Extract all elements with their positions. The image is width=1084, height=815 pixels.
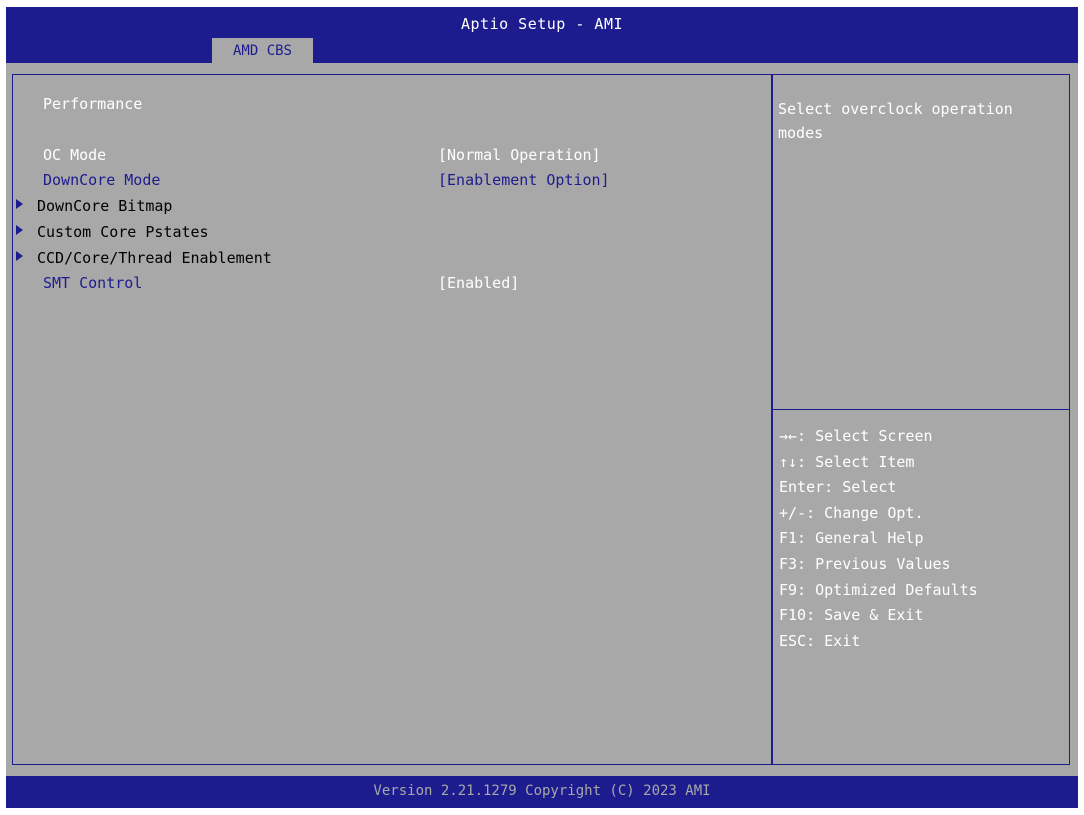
key-legend: →←: Select Screen ↑↓: Select Item Enter:… xyxy=(779,427,1064,657)
setting-value[interactable]: [Normal Operation] xyxy=(438,146,601,164)
vertical-divider xyxy=(771,75,773,764)
submenu-arrow-icon xyxy=(16,199,23,209)
key-hint-select-item: ↑↓: Select Item xyxy=(779,452,915,471)
main-panel: Performance OC Mode [Normal Operation] D… xyxy=(6,63,1078,776)
setting-smt-control[interactable]: SMT Control [Enabled] xyxy=(13,274,765,298)
submenu-label: CCD/Core/Thread Enablement xyxy=(37,249,272,267)
submenu-downcore-bitmap[interactable]: DownCore Bitmap xyxy=(13,197,765,221)
setting-label: SMT Control xyxy=(43,274,143,292)
app-title: Aptio Setup - AMI xyxy=(460,15,624,33)
bios-screen: Aptio Setup - AMI AMD CBS Performance OC… xyxy=(0,0,1084,815)
setting-label: DownCore Mode xyxy=(43,171,161,189)
content-frame: Performance OC Mode [Normal Operation] D… xyxy=(12,74,1070,765)
submenu-custom-core-pstates[interactable]: Custom Core Pstates xyxy=(13,223,765,247)
title-bar: Aptio Setup - AMI AMD CBS xyxy=(6,7,1078,63)
key-hint-general-help: F1: General Help xyxy=(779,529,924,548)
key-hint-save-exit: F10: Save & Exit xyxy=(779,606,924,625)
key-hint-change-opt: +/-: Change Opt. xyxy=(779,503,924,522)
key-hint-enter: Enter: Select xyxy=(779,478,897,497)
submenu-label: DownCore Bitmap xyxy=(37,197,173,215)
key-hint-optimized-defaults: F9: Optimized Defaults xyxy=(779,580,978,599)
setting-downcore-mode[interactable]: DownCore Mode [Enablement Option] xyxy=(13,171,765,195)
setting-value[interactable]: [Enabled] xyxy=(438,274,519,292)
key-hint-select-screen: →←: Select Screen xyxy=(779,427,933,445)
submenu-ccd-core-thread-enablement[interactable]: CCD/Core/Thread Enablement xyxy=(13,249,765,273)
submenu-arrow-icon xyxy=(16,251,23,261)
setting-label: OC Mode xyxy=(43,146,107,164)
horizontal-divider xyxy=(773,409,1069,410)
tab-amd-cbs[interactable]: AMD CBS xyxy=(212,38,313,63)
key-hint-exit: ESC: Exit xyxy=(779,631,861,650)
help-text: Select overclock operation modes xyxy=(778,100,1013,142)
setting-value[interactable]: [Enablement Option] xyxy=(438,171,610,189)
submenu-arrow-icon xyxy=(16,225,23,235)
setting-oc-mode[interactable]: OC Mode [Normal Operation] xyxy=(13,146,765,170)
key-hint-previous-values: F3: Previous Values xyxy=(779,554,951,573)
footer-bar: Version 2.21.1279 Copyright (C) 2023 AMI xyxy=(6,776,1078,808)
submenu-label: Custom Core Pstates xyxy=(37,223,209,241)
version-text: Version 2.21.1279 Copyright (C) 2023 AMI xyxy=(373,783,711,799)
section-title: Performance xyxy=(43,95,143,113)
